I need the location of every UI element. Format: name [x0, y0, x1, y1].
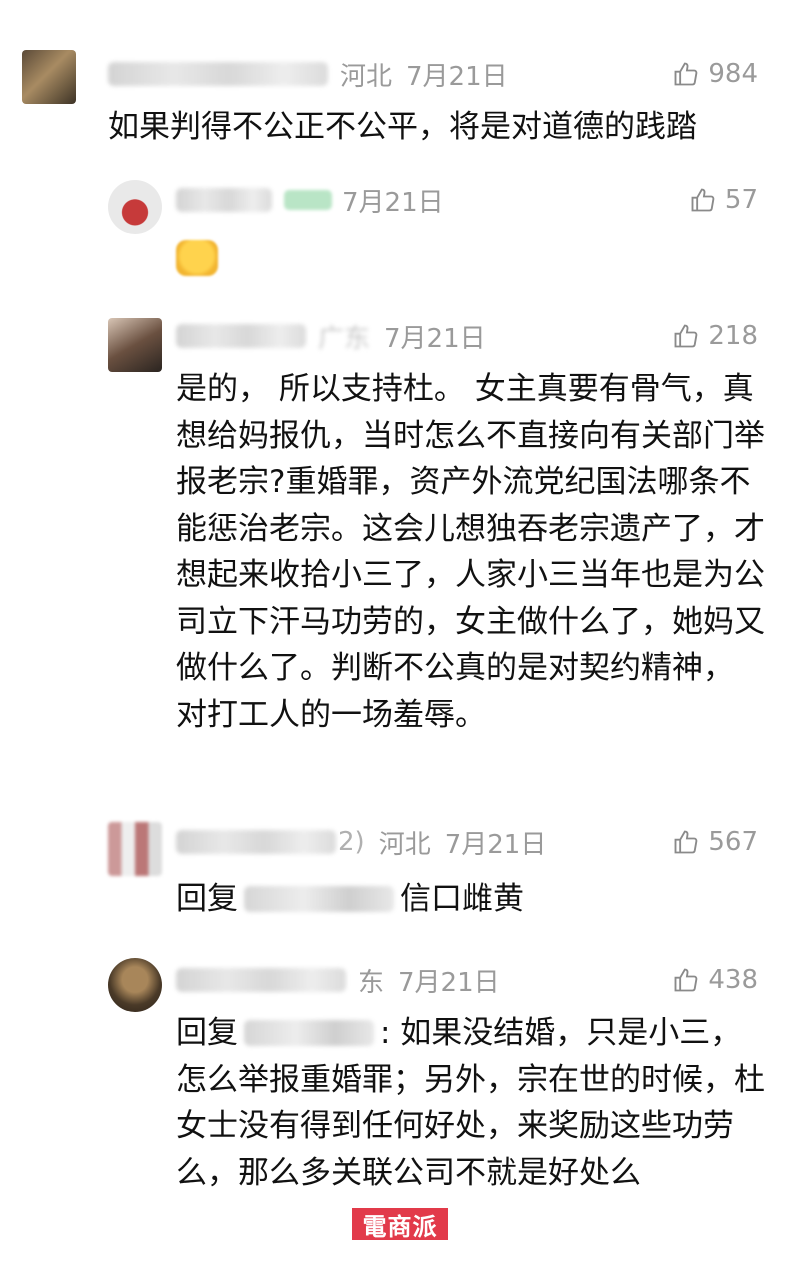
reply-text: 信口雌黄	[400, 881, 524, 917]
like-button[interactable]: 57	[689, 182, 758, 218]
date: 7月21日	[342, 187, 444, 218]
user-badge	[284, 190, 332, 210]
like-button[interactable]: 567	[672, 824, 758, 860]
username-blurred[interactable]	[176, 830, 336, 854]
thumbs-up-icon	[674, 62, 698, 86]
username-blurred[interactable]	[176, 188, 272, 212]
comment-meta: 东 7月21日	[176, 962, 500, 998]
like-count: 218	[708, 321, 758, 351]
date: 7月21日	[444, 829, 547, 860]
thumbs-up-icon	[674, 830, 698, 854]
location: 河北	[378, 829, 431, 860]
thumbs-up-icon	[691, 188, 715, 212]
avatar[interactable]	[108, 822, 162, 876]
thumbs-up-icon	[674, 324, 698, 348]
like-count: 567	[708, 827, 758, 857]
avatar[interactable]	[22, 50, 76, 104]
date: 7月21日	[398, 967, 500, 998]
like-button[interactable]: 218	[672, 318, 758, 354]
reply-target-blurred[interactable]	[244, 886, 394, 912]
grimace-emoji-icon	[176, 240, 218, 276]
username-suffix: 2)	[338, 827, 365, 857]
reply-target-blurred[interactable]	[244, 1020, 374, 1046]
like-count: 57	[724, 185, 758, 215]
location: 东	[358, 967, 385, 998]
like-button[interactable]: 984	[672, 56, 758, 92]
avatar[interactable]	[108, 180, 162, 234]
username-blurred[interactable]	[108, 62, 328, 86]
comment-meta: 广东 7月21日	[176, 318, 486, 354]
username-blurred[interactable]	[176, 968, 346, 992]
comment-meta: 河北 7月21日	[108, 56, 508, 92]
reply-prefix: 回复	[176, 881, 238, 917]
thumbs-up-icon	[674, 968, 698, 992]
like-count: 438	[708, 965, 758, 995]
avatar[interactable]	[108, 318, 162, 372]
avatar[interactable]	[108, 958, 162, 1012]
comment-text: 是的， 所以支持杜。 女主真要有骨气，真想给妈报仇，当时怎么不直接向有关部门举报…	[176, 371, 765, 733]
reply-prefix: 回复	[176, 1015, 238, 1051]
username-blurred[interactable]	[176, 324, 306, 348]
date: 7月21日	[384, 323, 486, 354]
location: 河北	[340, 61, 393, 92]
like-count: 984	[708, 59, 758, 89]
location: 广东	[318, 323, 371, 354]
comment-text: 如果判得不公正不公平，将是对道德的践踏	[108, 109, 697, 145]
like-button[interactable]: 438	[672, 962, 758, 998]
comment-meta: 7月21日	[176, 182, 444, 218]
date: 7月21日	[406, 61, 508, 92]
comment-meta: 2) 河北 7月21日	[176, 824, 546, 860]
comment-text: 回复 信口雌黄	[176, 876, 766, 923]
watermark-logo: 電商派	[352, 1208, 448, 1241]
comment-text: 回复: 如果没结婚，只是小三，怎么举报重婚罪；另外，宗在世的时候，杜女士没有得到…	[176, 1010, 766, 1196]
